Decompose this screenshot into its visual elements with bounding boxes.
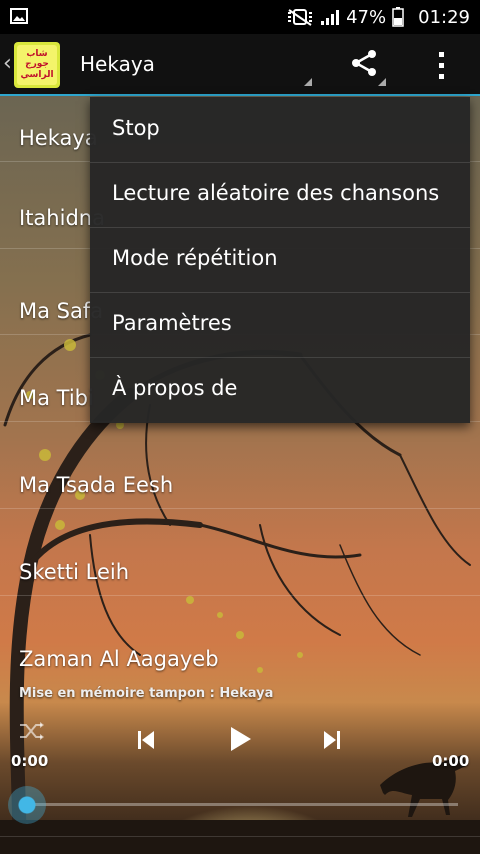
song-title: Hekaya xyxy=(19,126,98,150)
divider xyxy=(0,836,480,837)
previous-icon[interactable] xyxy=(134,728,158,752)
share-icon xyxy=(352,50,386,86)
battery-icon xyxy=(392,7,404,27)
buffer-status: Mise en mémoire tampon : Hekaya xyxy=(19,686,274,701)
menu-item-repeat-mode[interactable]: Mode répétition xyxy=(90,227,470,293)
shuffle-icon[interactable] xyxy=(18,720,46,742)
song-title: Ma Tsada Eesh xyxy=(19,473,174,497)
gallery-notification-icon xyxy=(10,8,28,24)
share-button[interactable] xyxy=(346,46,386,86)
mute-vibrate-icon xyxy=(288,9,313,26)
overflow-menu: Stop Lecture aléatoire des chansons Mode… xyxy=(90,97,470,423)
seek-bar[interactable] xyxy=(28,803,458,806)
next-icon[interactable] xyxy=(320,728,344,752)
song-row[interactable]: Ma Tsada Eesh xyxy=(0,443,480,509)
song-title: Ma Tibi xyxy=(19,386,94,410)
song-title: Sketti Leih xyxy=(19,560,130,584)
app-logo[interactable]: شاب جورج الراسي xyxy=(14,42,60,88)
status-bar: 47% 01:29 xyxy=(0,0,480,34)
back-chevron-icon[interactable]: ‹ xyxy=(3,51,12,76)
play-icon[interactable] xyxy=(225,724,255,754)
current-time: 0:00 xyxy=(11,752,49,770)
menu-item-settings[interactable]: Paramètres xyxy=(90,292,470,358)
song-row[interactable]: Sketti Leih xyxy=(0,530,480,596)
signal-icon xyxy=(321,10,340,25)
battery-percent: 47% xyxy=(346,6,387,28)
overflow-menu-button[interactable] xyxy=(426,46,456,86)
title-dropdown-indicator xyxy=(304,78,312,86)
song-title: Zaman Al Aagayeb xyxy=(19,647,219,671)
menu-item-shuffle[interactable]: Lecture aléatoire des chansons xyxy=(90,162,470,228)
action-bar: ‹ شاب جورج الراسي Hekaya xyxy=(0,34,480,96)
seek-thumb[interactable] xyxy=(8,786,46,824)
menu-item-about[interactable]: À propos de xyxy=(90,357,470,422)
song-row[interactable]: Zaman Al Aagayeb xyxy=(0,617,480,682)
menu-item-stop[interactable]: Stop xyxy=(90,97,470,163)
app-title[interactable]: Hekaya xyxy=(80,52,155,76)
clock: 01:29 xyxy=(418,6,470,28)
overflow-menu-icon xyxy=(439,52,444,79)
total-time: 0:00 xyxy=(432,752,470,770)
